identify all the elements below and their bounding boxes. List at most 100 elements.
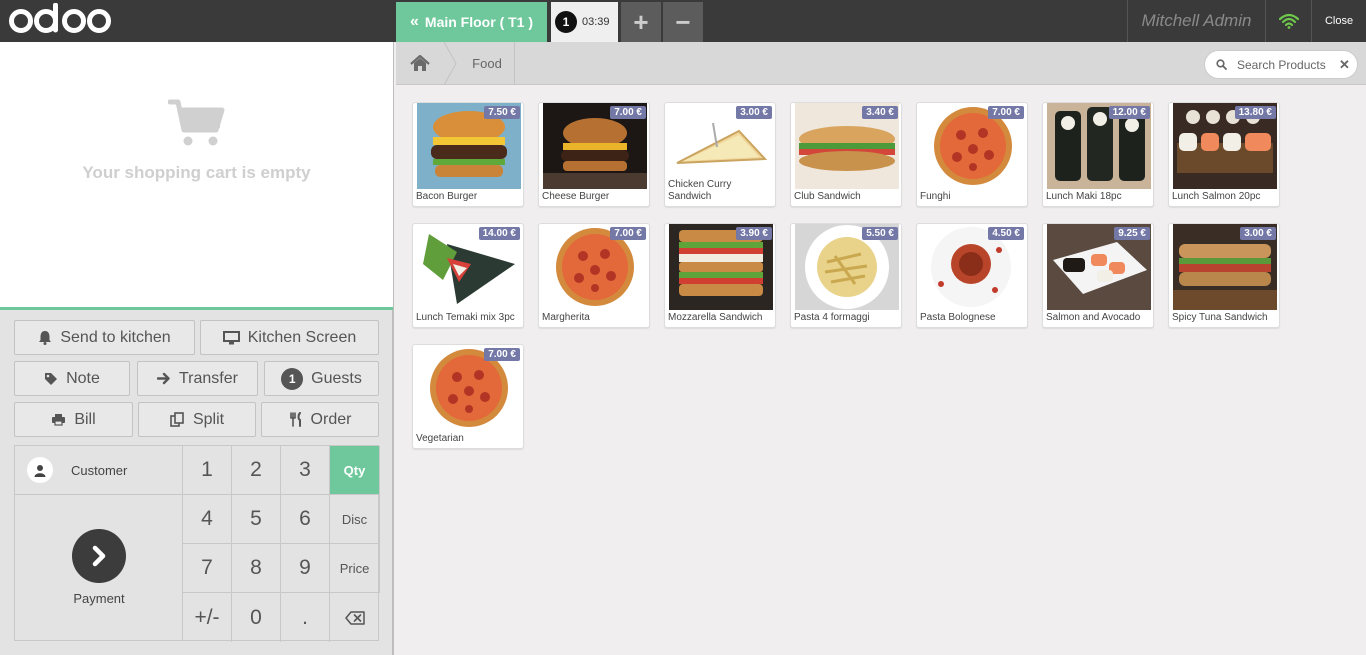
clear-search-icon[interactable]: ✕: [1339, 57, 1350, 73]
product-card[interactable]: 14.00 € Lunch Temaki mix 3pc: [412, 223, 524, 328]
order-tab[interactable]: 1 03:39: [551, 2, 618, 42]
product-card[interactable]: 7.00 € Vegetarian: [412, 344, 524, 449]
product-card[interactable]: 3.00 € Spicy Tuna Sandwich: [1168, 223, 1280, 328]
home-button[interactable]: [396, 42, 444, 85]
transfer-button[interactable]: Transfer: [137, 361, 258, 396]
user-name: Mitchell Admin: [1127, 0, 1265, 42]
minus-icon: −: [675, 6, 691, 37]
product-list: 7.50 € Bacon Burger 7.00 € Cheese Burger 3.0…: [396, 86, 1366, 655]
bill-button[interactable]: Bill: [14, 402, 133, 437]
kitchen-screen-label: Kitchen Screen: [247, 328, 357, 346]
backspace-button[interactable]: [330, 593, 380, 642]
search-icon: [1216, 59, 1227, 70]
arrow-right-icon: [157, 372, 170, 385]
transfer-label: Transfer: [179, 369, 238, 387]
note-button[interactable]: Note: [14, 361, 130, 396]
order-pane: Your shopping cart is empty Send to kitc…: [0, 42, 394, 655]
product-price-badge: 13.80 €: [1234, 106, 1276, 119]
double-chevron-left-icon: «: [410, 13, 419, 30]
product-card[interactable]: 7.00 € Margherita: [538, 223, 650, 328]
search-box: ✕: [1204, 50, 1358, 79]
payment-label: Payment: [73, 591, 125, 606]
numpad-key-7[interactable]: 7: [183, 544, 232, 593]
product-card[interactable]: 12.00 € Lunch Maki 18pc: [1042, 102, 1154, 207]
send-to-kitchen-button[interactable]: Send to kitchen: [14, 320, 195, 355]
numpad-key-6[interactable]: 6: [281, 495, 330, 544]
numpad-key-2[interactable]: 2: [232, 446, 281, 495]
chevron-right-icon: [72, 529, 126, 583]
product-name: Bacon Burger: [416, 191, 478, 202]
close-button[interactable]: Close: [1311, 0, 1366, 42]
guests-label: Guests: [311, 369, 362, 387]
numpad-key-4[interactable]: 4: [183, 495, 232, 544]
breadcrumb-separator: [444, 42, 457, 85]
empty-cart-message: Your shopping cart is empty: [82, 163, 311, 182]
numpad-key-1[interactable]: 1: [183, 446, 232, 495]
product-card[interactable]: 3.90 € Mozzarella Sandwich: [664, 223, 776, 328]
top-bar: odoo « Main Floor ( T1 ) 1 03:39 + − Mit…: [0, 0, 1366, 42]
product-card[interactable]: 3.00 € Chicken Curry Sandwich: [664, 102, 776, 207]
product-price-badge: 4.50 €: [988, 227, 1024, 240]
disc-mode-button[interactable]: Disc: [330, 495, 380, 544]
numpad-key-9[interactable]: 9: [281, 544, 330, 593]
bell-icon: [39, 331, 52, 345]
split-button[interactable]: Split: [138, 402, 256, 437]
numpad-area: Customer Payment 1 2 3 Qty 4 5 6 Disc 7 …: [14, 445, 380, 642]
product-card[interactable]: 7.00 € Funghi: [916, 102, 1028, 207]
product-name: Salmon and Avocado: [1046, 312, 1141, 323]
breadcrumb-food[interactable]: Food: [460, 42, 515, 85]
product-name: Margherita: [542, 312, 590, 323]
numpad-key-dot[interactable]: .: [281, 593, 330, 642]
category-breadcrumb: Food ✕: [396, 42, 1366, 85]
plus-icon: +: [633, 6, 649, 37]
order-button[interactable]: Order: [261, 402, 379, 437]
guests-button[interactable]: 1 Guests: [264, 361, 379, 396]
payment-button[interactable]: Payment: [15, 495, 183, 641]
home-icon: [410, 55, 430, 71]
product-name: Lunch Maki 18pc: [1046, 191, 1122, 202]
product-price-badge: 7.00 €: [610, 106, 646, 119]
shopping-cart-icon: [168, 99, 225, 146]
customer-button[interactable]: Customer: [15, 446, 183, 495]
numpad-key-plus-minus[interactable]: +/-: [183, 593, 232, 642]
floor-button[interactable]: « Main Floor ( T1 ): [396, 2, 547, 42]
search-input[interactable]: [1237, 57, 1329, 72]
product-card[interactable]: 4.50 € Pasta Bolognese: [916, 223, 1028, 328]
add-order-button[interactable]: +: [621, 2, 661, 42]
qty-mode-button[interactable]: Qty: [330, 446, 380, 495]
product-name: Vegetarian: [416, 433, 464, 444]
split-label: Split: [192, 410, 225, 428]
user-icon: [27, 457, 53, 483]
price-mode-button[interactable]: Price: [330, 544, 380, 593]
monitor-icon: [222, 330, 240, 344]
product-price-badge: 7.00 €: [484, 348, 520, 361]
product-price-badge: 7.00 €: [610, 227, 646, 240]
product-name: Cheese Burger: [542, 191, 610, 202]
product-card[interactable]: 5.50 € Pasta 4 formaggi: [790, 223, 902, 328]
product-price-badge: 9.25 €: [1114, 227, 1150, 240]
product-price-badge: 3.90 €: [736, 227, 772, 240]
numpad-key-3[interactable]: 3: [281, 446, 330, 495]
numpad-key-8[interactable]: 8: [232, 544, 281, 593]
kitchen-screen-button[interactable]: Kitchen Screen: [200, 320, 379, 355]
product-name: Funghi: [920, 191, 951, 202]
send-to-kitchen-label: Send to kitchen: [60, 328, 171, 346]
product-card[interactable]: 7.00 € Cheese Burger: [538, 102, 650, 207]
wifi-icon: [1265, 0, 1311, 42]
product-card[interactable]: 9.25 € Salmon and Avocado: [1042, 223, 1154, 328]
note-label: Note: [66, 369, 100, 387]
product-card[interactable]: 7.50 € Bacon Burger: [412, 102, 524, 207]
floor-label: Main Floor ( T1 ): [424, 14, 534, 30]
order-time: 03:39: [582, 16, 610, 28]
product-price-badge: 5.50 €: [862, 227, 898, 240]
product-price-badge: 3.40 €: [862, 106, 898, 119]
cutlery-icon: [289, 412, 301, 427]
tag-icon: [45, 372, 58, 385]
numpad-key-0[interactable]: 0: [232, 593, 281, 642]
bill-label: Bill: [74, 410, 96, 428]
product-card[interactable]: 3.40 € Club Sandwich: [790, 102, 902, 207]
printer-icon: [52, 414, 66, 426]
remove-order-button[interactable]: −: [663, 2, 703, 42]
product-card[interactable]: 13.80 € Lunch Salmon 20pc: [1168, 102, 1280, 207]
numpad-key-5[interactable]: 5: [232, 495, 281, 544]
